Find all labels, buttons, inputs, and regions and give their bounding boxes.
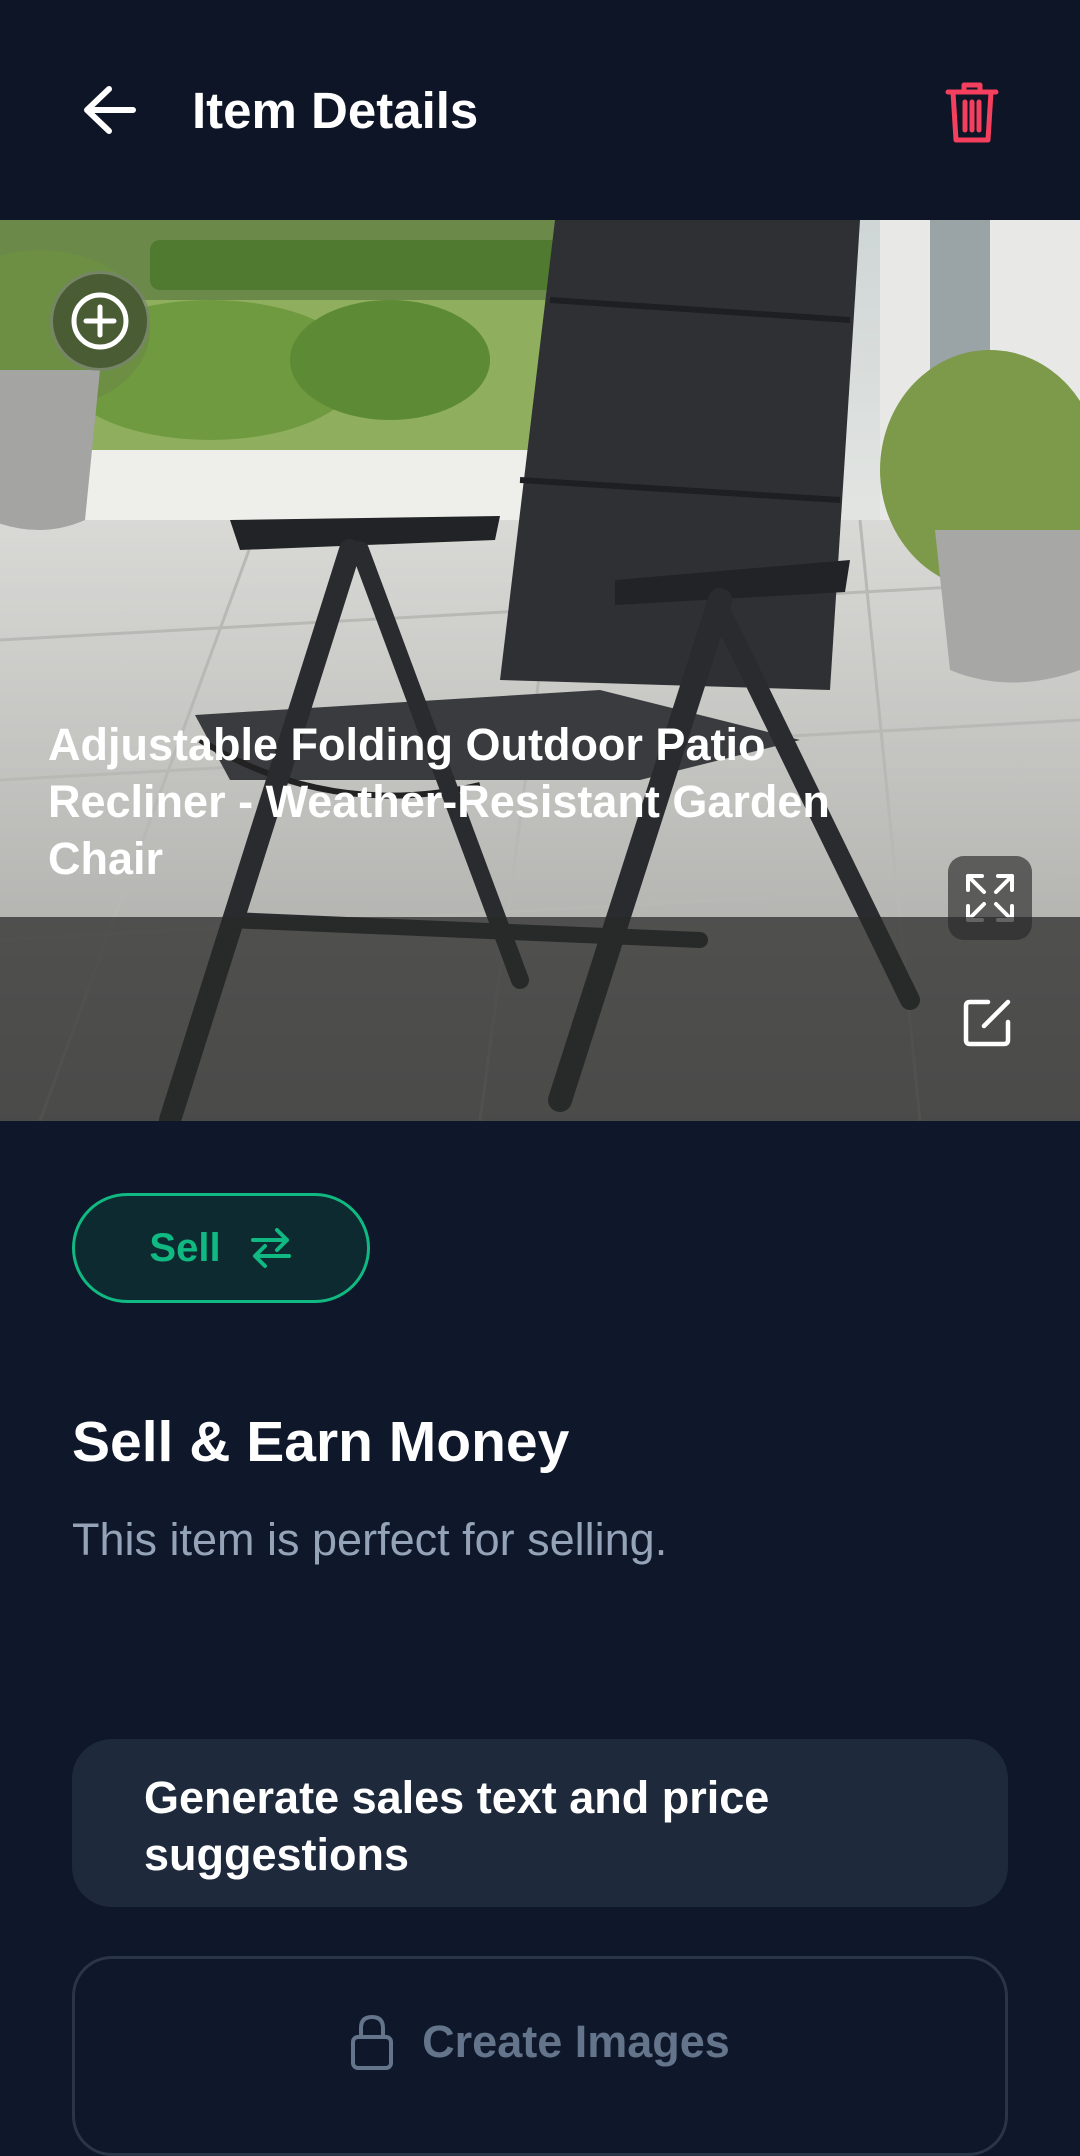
delete-button[interactable] <box>936 72 1008 152</box>
add-photo-button[interactable] <box>50 271 150 371</box>
page-title: Item Details <box>192 82 479 139</box>
item-title: Adjustable Folding Outdoor Patio Recline… <box>48 719 830 884</box>
plus-circle-icon <box>71 292 129 350</box>
item-photo[interactable] <box>0 220 1080 1121</box>
create-images-button[interactable]: Create Images <box>72 1956 1008 2156</box>
edit-icon <box>963 999 1011 1047</box>
generate-sales-text-button[interactable]: Generate sales text and price suggestion… <box>72 1739 1008 1907</box>
section-title: Sell & Earn Money <box>72 1410 570 1474</box>
arrow-left-icon <box>84 86 136 134</box>
trash-icon <box>945 82 999 143</box>
section-description: This item is perfect for selling. <box>72 1514 668 1565</box>
mode-toggle-sell[interactable]: Sell <box>72 1193 370 1303</box>
create-images-label: Create Images <box>422 2016 730 2067</box>
generate-label: Generate sales text and price suggestion… <box>144 1772 770 1880</box>
mode-label: Sell <box>149 1225 221 1270</box>
title-overlay <box>0 917 1080 1121</box>
edit-title-button[interactable] <box>956 990 1020 1054</box>
lock-icon <box>351 2014 394 2070</box>
back-button[interactable] <box>72 70 146 150</box>
swap-arrows-icon <box>250 1228 291 1268</box>
app-header: Item Details <box>0 0 1080 220</box>
